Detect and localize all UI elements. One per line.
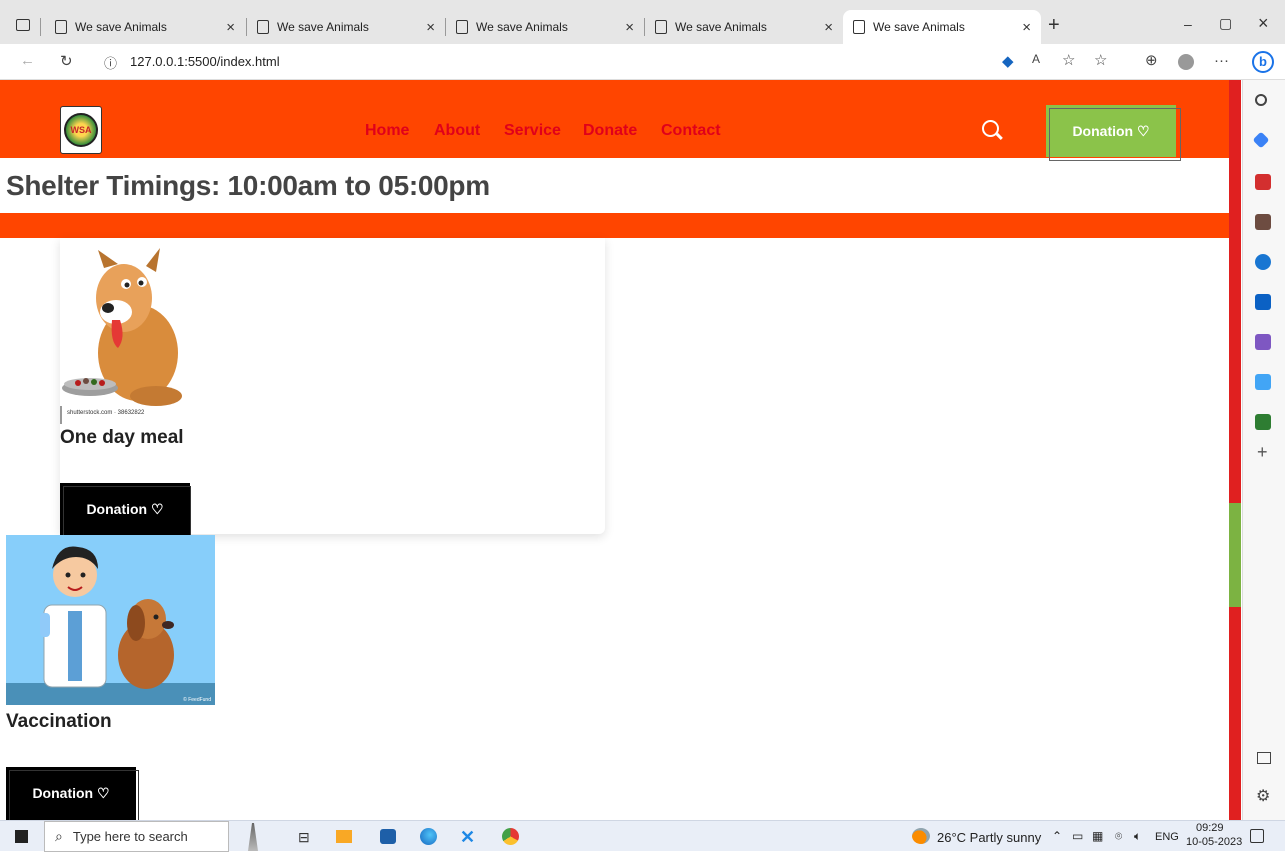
settings-icon[interactable]: ⚙: [1256, 786, 1270, 806]
image-caption: shutterstock.com · 38632822: [67, 410, 145, 416]
clock-date[interactable]: 10-05-2023: [1186, 836, 1242, 848]
favorites-icon[interactable]: ☆: [1094, 51, 1107, 69]
notifications-icon[interactable]: [1250, 829, 1264, 843]
tab-title: We save Animals: [675, 20, 767, 34]
nav-home[interactable]: Home: [365, 122, 409, 140]
close-window-button[interactable]: ×: [1258, 13, 1269, 34]
edge-icon[interactable]: [420, 828, 437, 845]
dog-eating-image: [60, 248, 182, 424]
shelter-timings-heading: Shelter Timings: 10:00am to 05:00pm: [6, 170, 490, 201]
collections-icon[interactable]: ⊕: [1145, 51, 1158, 69]
page-scrollbar-track[interactable]: [1229, 80, 1241, 820]
tab-actions-icon[interactable]: [16, 19, 30, 31]
taskbar-search[interactable]: ⌕ Type here to search: [44, 821, 229, 852]
browser-tab-bar: We save Animals × We save Animals × We s…: [0, 0, 1285, 44]
weather-icon[interactable]: [912, 828, 930, 844]
page-scrollbar-thumb[interactable]: [1229, 503, 1241, 607]
windows-taskbar: ⌕ Type here to search ⊟ ✕ 26°C Partly su…: [0, 820, 1285, 852]
add-sidebar-icon[interactable]: +: [1257, 442, 1268, 463]
back-icon[interactable]: ←: [20, 52, 35, 69]
favorite-add-icon[interactable]: ☆: [1062, 51, 1075, 69]
address-bar-row: ← ↻ ⓘ 127.0.0.1:5500/index.html ◆ A ☆ ☆ …: [0, 44, 1285, 80]
language-indicator[interactable]: ENG: [1155, 831, 1179, 843]
header-donation-button[interactable]: Donation ♡: [1046, 105, 1176, 157]
nav-contact[interactable]: Contact: [661, 122, 721, 140]
file-explorer-icon[interactable]: [336, 830, 352, 843]
split-screen-icon[interactable]: [1257, 752, 1271, 764]
copilot-icon[interactable]: b: [1252, 51, 1274, 73]
tab-title: We save Animals: [873, 20, 965, 34]
page-icon: [655, 20, 667, 34]
battery-icon[interactable]: ▭: [1072, 829, 1083, 843]
volume-icon[interactable]: 🔈︎: [1134, 829, 1141, 844]
close-tab-icon[interactable]: ×: [1022, 19, 1031, 36]
tag-icon[interactable]: ◆: [1002, 52, 1014, 70]
page-icon: [257, 20, 269, 34]
svg-text:© FeedFund: © FeedFund: [183, 696, 211, 703]
card-title-vaccination: Vaccination: [6, 711, 112, 732]
tray-chevron-icon[interactable]: ⌃: [1052, 829, 1062, 843]
close-tab-icon[interactable]: ×: [226, 19, 235, 36]
page-icon: [55, 20, 67, 34]
more-menu-icon[interactable]: ···: [1214, 52, 1229, 69]
shopping-icon[interactable]: [1252, 131, 1270, 149]
page-icon: [456, 20, 468, 34]
address-input[interactable]: 127.0.0.1:5500/index.html: [130, 54, 280, 69]
tab-1[interactable]: We save Animals ×: [45, 10, 245, 44]
site-logo[interactable]: WSA: [60, 106, 102, 154]
profile-avatar[interactable]: [1178, 54, 1194, 70]
search-sidebar-icon[interactable]: [1255, 94, 1267, 106]
weather-text[interactable]: 26°C Partly sunny: [937, 830, 1041, 845]
tools-icon[interactable]: [1255, 174, 1271, 190]
search-icon[interactable]: [982, 120, 999, 137]
vaccination-donation-button[interactable]: Donation ♡: [6, 767, 136, 820]
browser-sidebar: + ⚙: [1242, 80, 1285, 820]
mail-icon[interactable]: [380, 829, 396, 844]
taskbar-search-placeholder: Type here to search: [72, 829, 188, 844]
search-icon: ⌕: [55, 828, 63, 844]
tab-5-active[interactable]: We save Animals ×: [843, 10, 1041, 44]
tree-icon[interactable]: [1255, 414, 1271, 430]
tab-2[interactable]: We save Animals ×: [247, 10, 445, 44]
outlook-icon[interactable]: [1255, 294, 1271, 310]
nav-donate[interactable]: Donate: [583, 122, 637, 140]
orange-band: [0, 213, 1229, 238]
windows-start-icon[interactable]: [15, 830, 28, 843]
tab-3[interactable]: We save Animals ×: [446, 10, 644, 44]
refresh-icon[interactable]: ↻: [60, 52, 73, 70]
meal-donation-button[interactable]: Donation ♡: [60, 483, 190, 535]
wifi-icon[interactable]: ⌾: [1115, 829, 1122, 844]
task-view-icon[interactable]: ⊟: [298, 829, 310, 846]
network-icon[interactable]: ▦: [1092, 829, 1103, 843]
nav-service[interactable]: Service: [504, 122, 561, 140]
tab-title: We save Animals: [75, 20, 167, 34]
info-icon[interactable]: ⓘ: [104, 53, 117, 72]
read-aloud-icon[interactable]: A: [1032, 52, 1040, 66]
vscode-icon[interactable]: ✕: [460, 827, 475, 848]
card-title-meal: One day meal: [60, 427, 184, 448]
tab-title: We save Animals: [476, 20, 568, 34]
restore-button[interactable]: ▢: [1219, 15, 1232, 32]
close-tab-icon[interactable]: ×: [426, 19, 435, 36]
vet-with-dog-image: © FeedFund: [6, 535, 215, 705]
nav-about[interactable]: About: [434, 122, 480, 140]
designer-icon[interactable]: [1255, 334, 1271, 350]
close-tab-icon[interactable]: ×: [824, 19, 833, 36]
tab-title: We save Animals: [277, 20, 369, 34]
page-icon: [853, 20, 865, 34]
close-tab-icon[interactable]: ×: [625, 19, 634, 36]
games-icon[interactable]: [1255, 214, 1271, 230]
tab-4[interactable]: We save Animals ×: [645, 10, 843, 44]
landmark-icon[interactable]: [248, 823, 258, 851]
chrome-icon[interactable]: [502, 828, 519, 845]
clock-time[interactable]: 09:29: [1196, 822, 1224, 834]
new-tab-button[interactable]: +: [1048, 14, 1060, 37]
office-icon[interactable]: [1255, 254, 1271, 270]
send-icon[interactable]: [1255, 374, 1271, 390]
minimize-button[interactable]: –: [1184, 16, 1192, 32]
site-header: WSA Home About Service Donate Contact: [0, 80, 1229, 158]
